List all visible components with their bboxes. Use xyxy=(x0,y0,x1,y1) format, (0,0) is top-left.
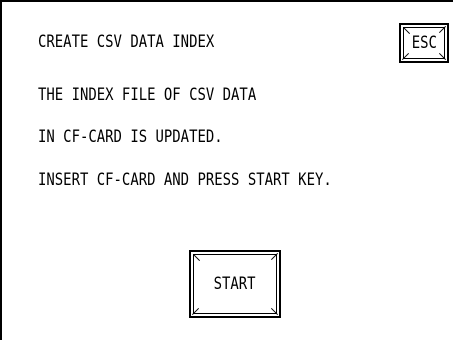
button-corner-mark xyxy=(438,27,445,34)
csv-index-screen: CREATE CSV DATA INDEX ESC THE INDEX FILE… xyxy=(0,0,453,340)
esc-button[interactable]: ESC xyxy=(399,23,449,63)
button-corner-mark xyxy=(193,307,200,314)
button-corner-mark xyxy=(438,52,445,59)
button-corner-mark xyxy=(270,307,277,314)
message-line-3: INSERT CF-CARD AND PRESS START KEY. xyxy=(38,170,332,190)
screen-title: CREATE CSV DATA INDEX xyxy=(38,32,215,52)
button-corner-mark xyxy=(403,27,410,34)
start-button-label: START xyxy=(214,274,256,294)
message-line-2: IN CF-CARD IS UPDATED. xyxy=(38,127,223,147)
button-corner-mark xyxy=(403,52,410,59)
button-corner-mark xyxy=(193,254,200,261)
message-line-1: THE INDEX FILE OF CSV DATA xyxy=(38,85,257,105)
esc-button-label: ESC xyxy=(411,33,437,53)
button-corner-mark xyxy=(270,254,277,261)
start-button[interactable]: START xyxy=(189,250,281,318)
